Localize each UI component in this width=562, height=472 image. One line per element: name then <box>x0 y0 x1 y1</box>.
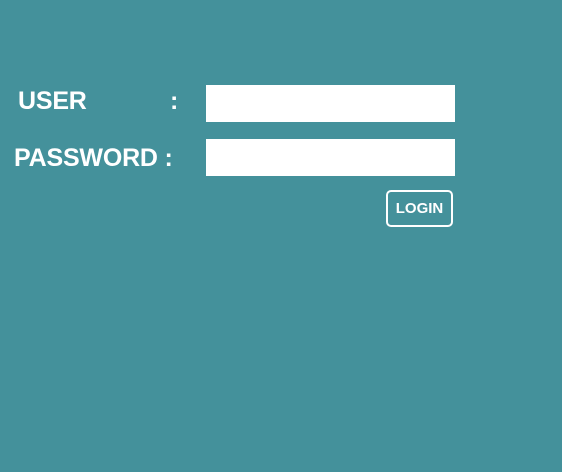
login-screen: USER : PASSWORD : LOGIN <box>0 0 562 472</box>
password-input[interactable] <box>206 139 455 176</box>
user-label: USER <box>18 87 87 115</box>
user-label-colon: : <box>170 87 179 115</box>
password-label: PASSWORD : <box>14 144 173 172</box>
login-button[interactable]: LOGIN <box>386 190 453 227</box>
user-input[interactable] <box>206 85 455 122</box>
